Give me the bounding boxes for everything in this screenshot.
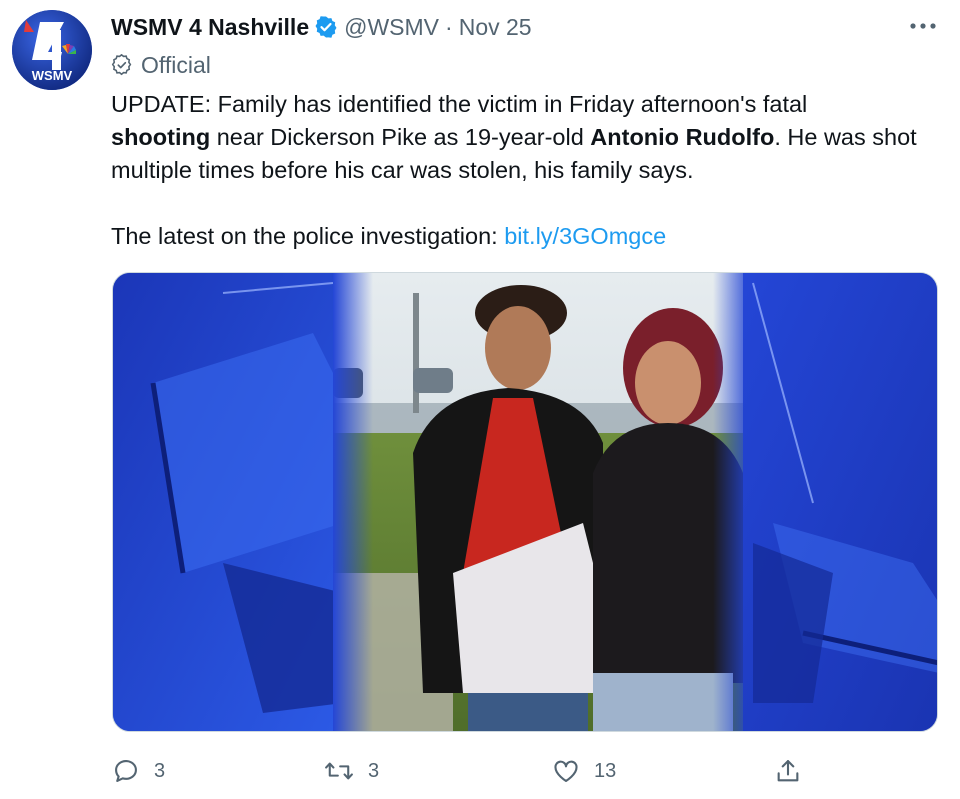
handle[interactable]: @WSMV (344, 14, 439, 41)
tweet-line-2-end: . He was shot (774, 124, 917, 150)
like-icon (554, 760, 578, 782)
reply-button[interactable]: 3 (112, 754, 165, 788)
official-badge-icon (111, 54, 132, 76)
action-bar: 3 3 13 (112, 754, 938, 788)
reply-count: 3 (154, 759, 166, 782)
official-label: Official (111, 48, 211, 82)
tweet-line-1: UPDATE: Family has identified the victim… (111, 91, 808, 117)
reply-icon (115, 760, 137, 782)
tweet-line-2: shooting near Dickerson Pike as 19-year-… (111, 121, 946, 154)
like-button[interactable]: 13 (552, 754, 616, 788)
share-button[interactable] (774, 754, 816, 788)
more-icon[interactable] (906, 12, 940, 40)
short-link[interactable]: bit.ly/3GOmgce (504, 223, 666, 249)
timestamp[interactable]: Nov 25 (459, 14, 532, 41)
bold-victim-name: Antonio Rudolfo (590, 124, 775, 150)
share-icon (777, 760, 799, 782)
tweet-header: WSMV 4 Nashville @WSMV · Nov 25 (111, 10, 532, 44)
official-label-text: Official (141, 51, 211, 78)
tweet-line-2-mid: near Dickerson Pike as 19-year-old (210, 124, 591, 150)
display-name[interactable]: WSMV 4 Nashville (111, 14, 309, 41)
tweet-line-4: The latest on the police investigation: … (111, 220, 946, 253)
avatar[interactable]: WSMV (12, 10, 92, 90)
tweet-media-image[interactable] (112, 272, 938, 732)
bold-shooting: shooting (111, 124, 211, 150)
tweet-line-3: multiple times before his car was stolen… (111, 157, 694, 183)
like-count: 13 (594, 759, 617, 782)
retweet-count: 3 (368, 759, 380, 782)
wsmv-logo-icon: WSMV (12, 10, 92, 90)
verified-badge-icon (314, 15, 338, 39)
tweet-line-4-text: The latest on the police investigation: (111, 223, 505, 249)
retweet-button[interactable]: 3 (324, 754, 379, 788)
retweet-icon (325, 762, 353, 780)
tweet-text: UPDATE: Family has identified the victim… (111, 88, 946, 253)
avatar-text: WSMV (32, 68, 73, 83)
separator-dot: · (445, 13, 453, 40)
